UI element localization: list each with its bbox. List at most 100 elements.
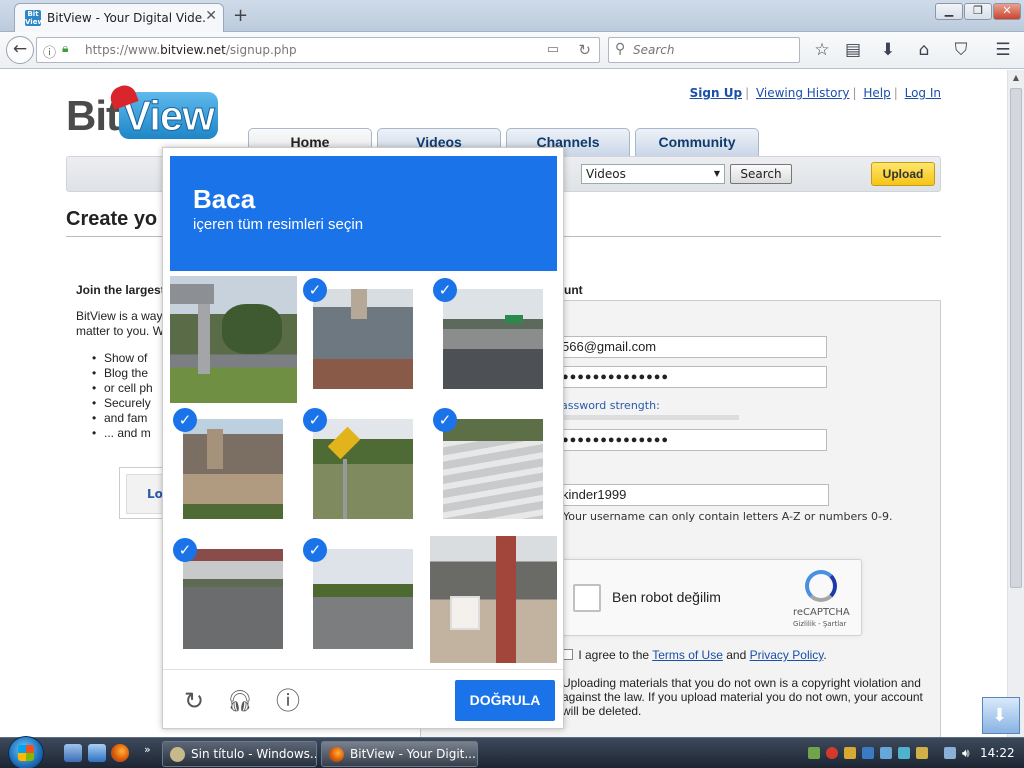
- firefox-icon[interactable]: [111, 744, 129, 762]
- confirm-password-field[interactable]: ●●●●●●●●●●●●●●: [557, 429, 827, 451]
- challenge-keyword: Baca: [193, 184, 256, 214]
- tile-7[interactable]: [183, 549, 283, 649]
- tray-icon[interactable]: [844, 747, 856, 759]
- tray-icon[interactable]: [880, 747, 892, 759]
- tray-icon[interactable]: [808, 747, 820, 759]
- browser-search-box[interactable]: ⚲: [608, 37, 800, 63]
- tile-5[interactable]: [313, 419, 413, 519]
- url-bar[interactable]: ⓘ 🔒︎ https://www.bitview.net/signup.php …: [36, 37, 600, 63]
- task-firefox[interactable]: BitView - Your Digit...: [321, 741, 478, 767]
- scroll-thumb[interactable]: [1010, 88, 1022, 588]
- recaptcha-label: Ben robot değilim: [612, 589, 721, 605]
- pocket-icon[interactable]: ⛉: [950, 40, 972, 60]
- category-select[interactable]: Videos ▼: [581, 164, 725, 184]
- upload-button[interactable]: Upload: [871, 162, 935, 186]
- close-window-button[interactable]: ✕: [993, 3, 1021, 20]
- reload-icon[interactable]: ↻: [578, 41, 591, 59]
- network-icon[interactable]: [944, 747, 956, 759]
- bitview-favicon-icon: Bit View: [25, 10, 44, 26]
- info-icon[interactable]: ⓘ: [273, 686, 303, 716]
- downloads-icon[interactable]: ⬇: [877, 40, 899, 60]
- recaptcha-name: reCAPTCHA: [793, 607, 850, 618]
- challenge-header: Baca içeren tüm resimleri seçin: [170, 156, 557, 271]
- start-button[interactable]: [8, 736, 44, 768]
- menu-icon[interactable]: ☰: [992, 40, 1014, 60]
- captcha-challenge: Baca içeren tüm resimleri seçin ✓ ✓ ✓ ✓ …: [162, 147, 564, 729]
- minimize-button[interactable]: ▁: [935, 3, 963, 20]
- recaptcha-checkbox[interactable]: [573, 584, 601, 612]
- account-heading: unt: [564, 283, 583, 297]
- recaptcha-terms[interactable]: Gizlilik - Şartlar: [793, 620, 846, 628]
- username-hint: Your username can only contain letters A…: [563, 510, 893, 523]
- tile-9[interactable]: [430, 536, 557, 663]
- login-link[interactable]: Log In: [905, 86, 941, 100]
- list-item: Blog the: [92, 366, 153, 381]
- browser-tab[interactable]: Bit View BitView - Your Digital Vide... ✕: [14, 3, 224, 32]
- windows-logo-icon: [18, 745, 34, 761]
- selected-check-icon: ✓: [303, 278, 327, 302]
- task-notepad[interactable]: Sin título - Windows...: [162, 741, 317, 767]
- switch-windows-icon[interactable]: [88, 744, 106, 762]
- lock-icon: 🔒︎: [62, 41, 69, 55]
- copyright-warning: Uploading materials that you do not own …: [562, 676, 923, 718]
- scroll-up-icon[interactable]: ▲: [1008, 70, 1024, 86]
- maximize-button[interactable]: ❐: [964, 3, 992, 20]
- privacy-link[interactable]: Privacy Policy: [750, 648, 824, 662]
- info-icon[interactable]: ⓘ: [43, 42, 56, 61]
- more-icon[interactable]: »: [144, 743, 151, 756]
- volume-icon[interactable]: 🔊︎: [962, 747, 974, 759]
- terms-link[interactable]: Terms of Use: [652, 648, 723, 662]
- tab-community[interactable]: Community: [635, 128, 759, 156]
- tile-4[interactable]: [183, 419, 283, 519]
- signup-link[interactable]: Sign Up: [690, 86, 742, 100]
- show-desktop-icon[interactable]: [64, 744, 82, 762]
- password-strength-meter: [561, 415, 739, 420]
- tray-icon[interactable]: [862, 747, 874, 759]
- list-item: ... and m: [92, 426, 153, 441]
- intro-text: BitView is a way matter to you. W: [76, 309, 165, 338]
- audio-icon[interactable]: 🎧︎: [225, 686, 255, 716]
- divider: [163, 669, 563, 670]
- home-icon[interactable]: ⌂: [913, 40, 935, 60]
- tile-1[interactable]: [170, 276, 297, 403]
- bookmarks-list-icon[interactable]: ▤: [842, 40, 864, 60]
- url-text: https://www.bitview.net/signup.php: [85, 43, 297, 57]
- search-button[interactable]: Search: [730, 164, 792, 184]
- tray-icon[interactable]: [916, 747, 928, 759]
- verify-button[interactable]: DOĞRULA: [455, 680, 555, 721]
- list-item: Show of: [92, 351, 153, 366]
- back-button[interactable]: ←: [6, 36, 34, 64]
- tile-3[interactable]: [443, 289, 543, 389]
- tile-6[interactable]: [443, 419, 543, 519]
- tray-icon[interactable]: [826, 747, 838, 759]
- email-field[interactable]: 566@gmail.com: [557, 336, 827, 358]
- password-field[interactable]: ●●●●●●●●●●●●●●: [557, 366, 827, 388]
- windows-taskbar: » Sin título - Windows... BitView - Your…: [0, 736, 1024, 768]
- tab-title: BitView - Your Digital Vide...: [47, 11, 207, 25]
- bookmark-star-icon[interactable]: ☆: [811, 40, 833, 60]
- reload-icon[interactable]: ↻: [179, 686, 209, 716]
- page-title: Create yo: [66, 208, 158, 230]
- help-link[interactable]: Help: [863, 86, 890, 100]
- scroll-down-icon[interactable]: ⬇: [982, 697, 1020, 734]
- search-icon: ⚲: [615, 41, 626, 57]
- reader-view-icon[interactable]: ▭: [547, 42, 559, 57]
- browser-search-input[interactable]: [633, 41, 793, 59]
- selected-check-icon: ✓: [433, 278, 457, 302]
- new-tab-icon[interactable]: +: [233, 5, 248, 26]
- page-scrollbar[interactable]: ▲: [1007, 70, 1024, 737]
- username-field[interactable]: kinder1999: [557, 484, 829, 506]
- selected-check-icon: ✓: [433, 408, 457, 432]
- challenge-instruction: içeren tüm resimleri seçin: [193, 216, 364, 233]
- selected-check-icon: ✓: [303, 538, 327, 562]
- viewing-history-link[interactable]: Viewing History: [756, 86, 850, 100]
- tile-8[interactable]: [313, 549, 413, 649]
- clock[interactable]: 14:22: [980, 746, 1015, 760]
- tray-icon[interactable]: [898, 747, 910, 759]
- join-heading: Join the largest: [76, 283, 165, 297]
- tile-2[interactable]: [313, 289, 413, 389]
- close-tab-icon[interactable]: ✕: [205, 8, 217, 24]
- password-strength-label: assword strength:: [561, 399, 660, 412]
- bitview-logo[interactable]: BitView: [66, 82, 218, 140]
- browser-tabbar: Bit View BitView - Your Digital Vide... ✕…: [0, 0, 1024, 32]
